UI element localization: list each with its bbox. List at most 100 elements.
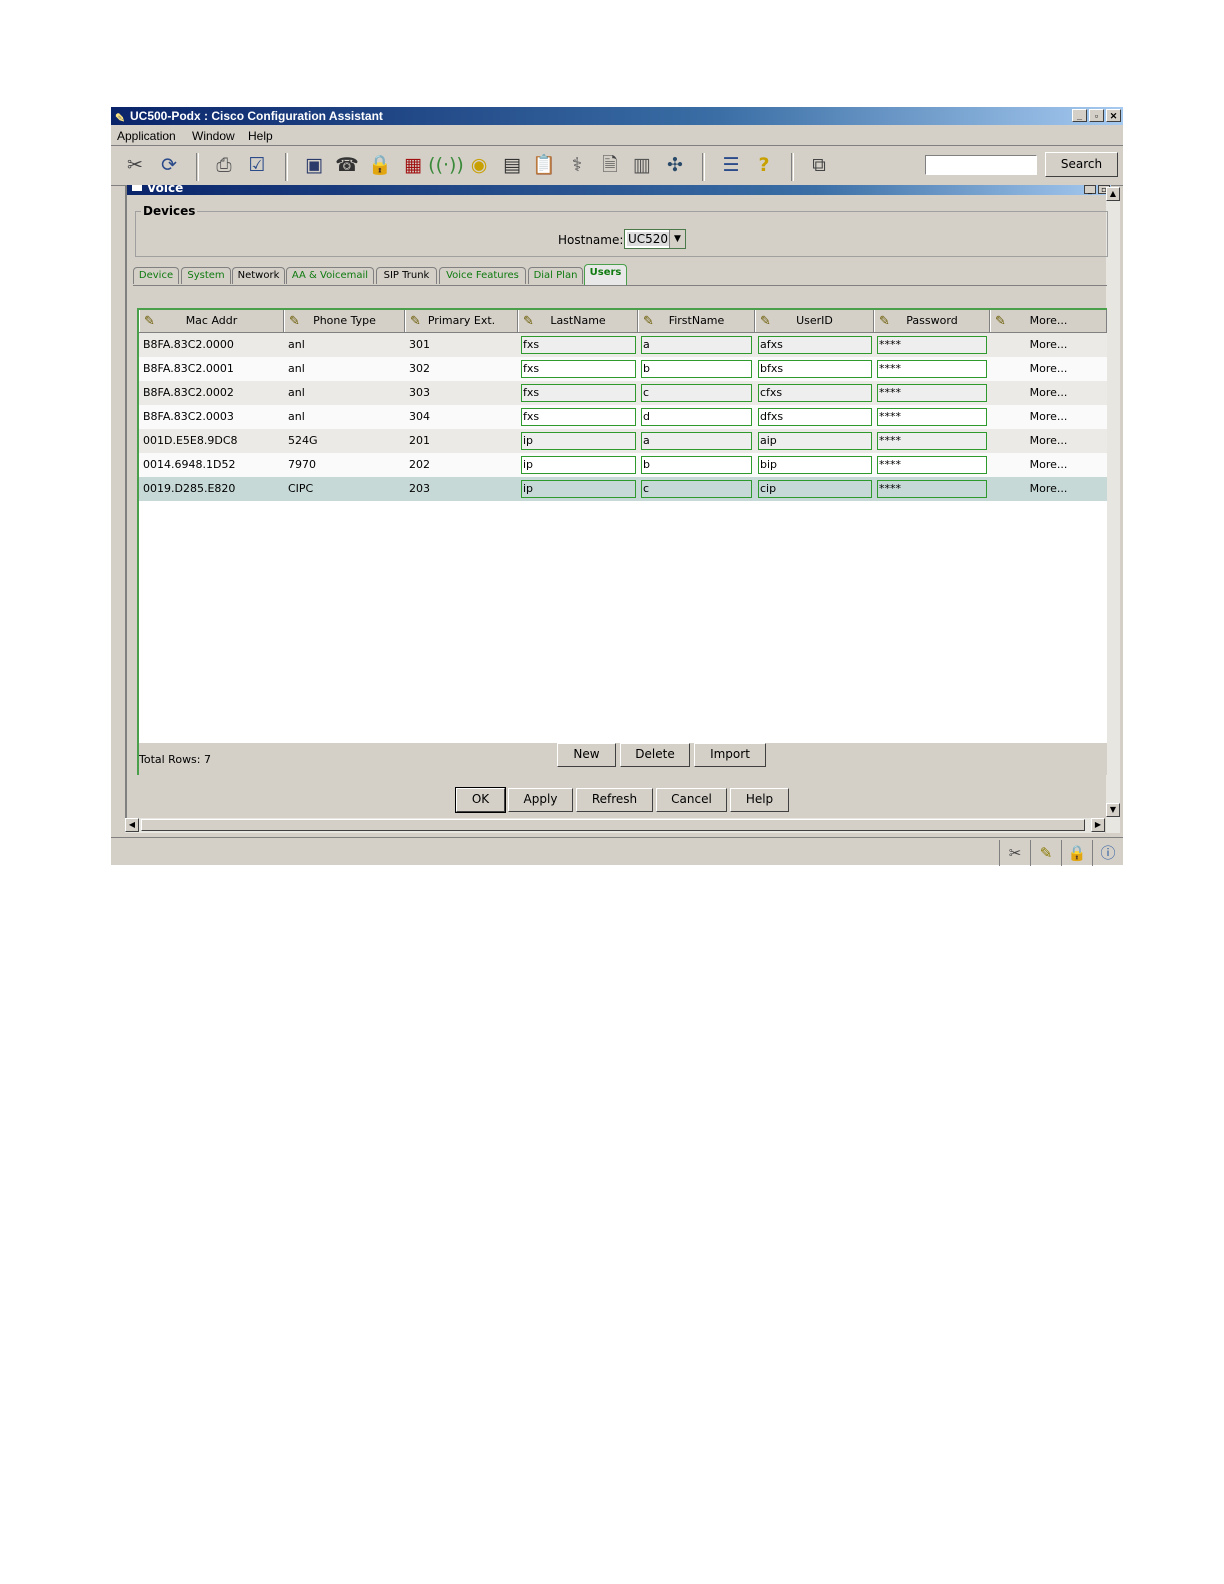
security-icon[interactable]: 🔒 [367,152,393,178]
tab-aa-voicemail[interactable]: AA & Voicemail [286,267,374,284]
table-row[interactable]: 0019.D285.E820 CIPC 203 ip c cip **** More... [139,477,1107,501]
table-cell-password[interactable]: **** [877,360,987,378]
col-mac-addr[interactable]: ✎ Mac Addr [139,310,284,332]
wireless-icon[interactable]: ((·)) [428,152,464,178]
lock-icon[interactable]: 🔒 [1061,840,1092,866]
menu-help[interactable]: Help [248,129,273,143]
table-cell-more[interactable]: More... [990,429,1107,453]
list-icon[interactable]: ☰ [718,152,744,178]
tab-users[interactable]: Users [584,264,627,285]
monitor-settings-icon[interactable]: ▤ [499,152,525,178]
col-more[interactable]: ✎ More... [990,310,1107,332]
menu-window[interactable]: Window [192,129,235,143]
chevron-down-icon[interactable]: ▼ [669,230,685,248]
scroll-down-icon[interactable]: ▼ [1106,803,1120,817]
refresh-button[interactable]: Refresh [576,788,653,812]
checklist-icon[interactable]: ☑ [244,152,270,178]
save-icon[interactable]: ▣ [301,152,327,178]
restore-button[interactable]: ▫ [1089,109,1104,122]
apply-button[interactable]: Apply [508,788,573,812]
firewall-icon[interactable]: ▦ [400,152,426,178]
table-cell-lastname[interactable]: ip [521,432,636,450]
table-cell-lastname[interactable]: fxs [521,384,636,402]
clipboard-icon[interactable]: 📋 [531,152,557,178]
col-primary-ext[interactable]: ✎ Primary Ext. [405,310,518,332]
print-icon[interactable]: ⎙ [211,152,237,178]
refresh-icon[interactable]: ⟳ [156,152,182,178]
diagnostics-icon[interactable]: ⚕ [564,152,590,178]
table-cell-firstname[interactable]: b [641,360,752,378]
table-row[interactable]: B8FA.83C2.0002 anl 303 fxs c cfxs **** More... [139,381,1107,405]
table-cell-password[interactable]: **** [877,336,987,354]
table-row[interactable]: B8FA.83C2.0003 anl 304 fxs d dfxs **** More... [139,405,1107,429]
col-userid[interactable]: ✎ UserID [755,310,874,332]
table-cell-more[interactable]: More... [990,477,1107,501]
phone-icon[interactable]: ☎ [334,152,360,178]
tab-sip-trunk[interactable]: SIP Trunk [376,267,437,284]
table-cell-lastname[interactable]: ip [521,480,636,498]
table-cell-userid[interactable]: bip [758,456,872,474]
scroll-left-icon[interactable]: ◀ [125,818,139,832]
ok-button[interactable]: OK [455,787,506,813]
inner-minimize-button[interactable]: _ [1084,185,1096,194]
table-cell-password[interactable]: **** [877,408,987,426]
disconnect-icon[interactable]: ✂ [122,152,148,178]
table-cell-userid[interactable]: afxs [758,336,872,354]
table-cell-more[interactable]: More... [990,357,1107,381]
table-cell-password[interactable]: **** [877,480,987,498]
table-cell-more[interactable]: More... [990,453,1107,477]
table-cell-more[interactable]: More... [990,333,1107,357]
table-row[interactable]: B8FA.83C2.0000 anl 301 fxs a afxs **** More... [139,333,1107,357]
table-row[interactable]: 0014.6948.1D52 7970 202 ip b bip **** More... [139,453,1107,477]
scroll-thumb[interactable] [141,819,1085,831]
close-button[interactable]: ✕ [1106,109,1121,122]
menu-application[interactable]: Application [117,129,176,143]
tab-voice-features[interactable]: Voice Features [439,267,526,284]
table-cell-password[interactable]: **** [877,384,987,402]
tab-dial-plan[interactable]: Dial Plan [528,267,583,284]
table-cell-userid[interactable]: aip [758,432,872,450]
upgrade-icon[interactable]: ⧉ [806,152,832,178]
hostname-select[interactable]: UC520 ▼ [624,229,686,249]
bulb-icon[interactable]: ◉ [466,152,492,178]
table-row[interactable]: 001D.E5E8.9DC8 524G 201 ip a aip **** More... [139,429,1107,453]
tab-system[interactable]: System [181,267,231,284]
table-cell-userid[interactable]: cfxs [758,384,872,402]
table-cell-more[interactable]: More... [990,381,1107,405]
table-cell-password[interactable]: **** [877,432,987,450]
tab-device[interactable]: Device [133,267,179,284]
table-cell-lastname[interactable]: fxs [521,360,636,378]
col-password[interactable]: ✎ Password [874,310,990,332]
vertical-scrollbar[interactable]: ▲ ▼ [1106,187,1120,833]
table-cell-firstname[interactable]: c [641,480,752,498]
col-firstname[interactable]: ✎ FirstName [638,310,755,332]
help-button[interactable]: Help [730,788,789,812]
info-icon[interactable]: ⓘ [1092,840,1123,866]
minimize-button[interactable]: _ [1072,109,1087,122]
tab-network[interactable]: Network [232,267,285,284]
col-lastname[interactable]: ✎ LastName [518,310,638,332]
table-cell-firstname[interactable]: a [641,336,752,354]
search-button[interactable]: Search [1045,152,1118,177]
topology-icon[interactable]: ✣ [662,152,688,178]
search-input[interactable] [925,155,1037,175]
import-button[interactable]: Import [694,743,766,767]
table-cell-firstname[interactable]: d [641,408,752,426]
table-cell-firstname[interactable]: a [641,432,752,450]
table-cell-password[interactable]: **** [877,456,987,474]
table-cell-more[interactable]: More... [990,405,1107,429]
table-row[interactable]: B8FA.83C2.0001 anl 302 fxs b bfxs **** More... [139,357,1107,381]
table-cell-lastname[interactable]: fxs [521,336,636,354]
table-cell-firstname[interactable]: c [641,384,752,402]
cancel-button[interactable]: Cancel [656,788,727,812]
help-icon[interactable]: ? [751,152,777,178]
document-icon[interactable]: 🗎 [597,152,623,178]
table-cell-lastname[interactable]: fxs [521,408,636,426]
table-cell-userid[interactable]: dfxs [758,408,872,426]
connection-icon[interactable]: ✂ [999,840,1030,866]
new-button[interactable]: New [557,743,616,767]
horizontal-scrollbar[interactable]: ◀ ▶ [125,818,1105,833]
scroll-up-icon[interactable]: ▲ [1106,187,1120,201]
scroll-right-icon[interactable]: ▶ [1091,818,1105,832]
server-icon[interactable]: ▥ [629,152,655,178]
